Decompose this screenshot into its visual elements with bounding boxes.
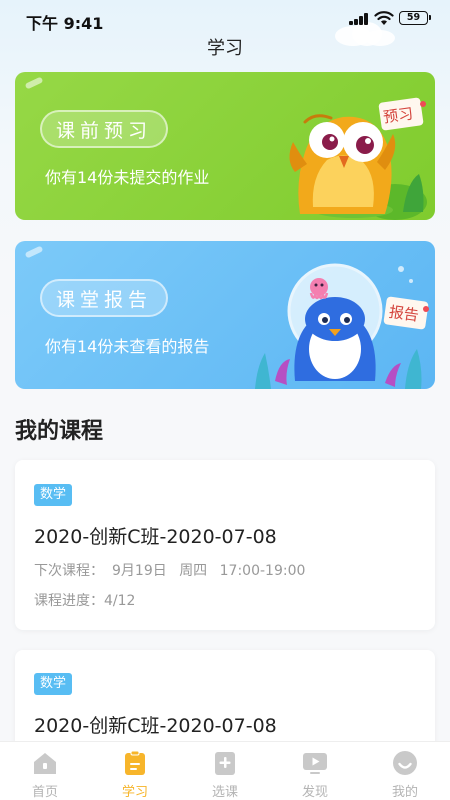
progress-value: 4/12 [104,593,136,609]
course-name: 2020-创新C班-2020-07-08 [34,526,277,548]
next-lesson-label: 下次课程： [34,563,104,579]
tab-label: 发现 [301,785,328,800]
tab-discover[interactable]: 发现 [270,742,360,800]
tab-home[interactable]: 首页 [0,742,90,800]
card-shine-decoration [24,245,44,259]
subject-tag: 数学 [34,673,73,695]
add-course-icon [215,752,235,775]
study-clipboard-icon [125,750,145,775]
cellular-signal-icon [349,13,369,25]
report-card[interactable]: 课堂报告 你有14份未查看的报告 报告 [15,241,435,389]
status-time: 下午 9:41 [26,14,104,33]
course-name: 2020-创新C班-2020-07-08 [34,715,277,737]
progress-label: 课程进度： [34,593,104,609]
next-lesson-weekday: 周四 [179,563,208,579]
next-lesson-date: 9月19日 [112,563,167,579]
tab-label: 选课 [211,785,238,800]
tab-profile[interactable]: 我的 [360,742,450,800]
discover-play-icon [303,753,327,774]
my-courses-heading: 我的课程 [15,419,104,444]
owl-mascot-icon: 预习 [289,97,427,220]
page-title: 学习 [207,38,243,59]
preview-card-subtitle: 你有14份未提交的作业 [45,168,210,187]
course-card[interactable]: 数学 2020-创新C班-2020-07-08 下次课程： 9月19日 周四 17… [15,460,435,630]
home-icon [34,753,56,774]
course-progress-info: 课程进度：4/12 [34,590,135,610]
tab-label: 我的 [391,785,418,800]
profile-icon [393,751,417,775]
next-lesson-info: 下次课程： 9月19日 周四 17:00-19:00 [34,560,305,580]
report-card-title: 课堂报告 [40,279,169,317]
tab-study[interactable]: 学习 [90,742,180,800]
penguin-mascot-icon: 报告 [255,263,429,389]
tab-label: 学习 [121,785,148,800]
preview-card[interactable]: 课前预习 你有14份未提交的作业 预习 [15,72,435,220]
bottom-tab-bar: 首页 学习 选课 发现 我的 [0,741,450,800]
preview-card-title: 课前预习 [40,110,169,148]
next-lesson-time: 17:00-19:00 [219,563,306,579]
battery-indicator: 59 [399,11,431,25]
tab-label: 首页 [31,785,58,800]
tab-courses[interactable]: 选课 [180,742,270,800]
subject-tag: 数学 [34,484,73,506]
wifi-icon [374,11,394,25]
card-shine-decoration [24,76,44,90]
report-card-subtitle: 你有14份未查看的报告 [45,337,210,356]
